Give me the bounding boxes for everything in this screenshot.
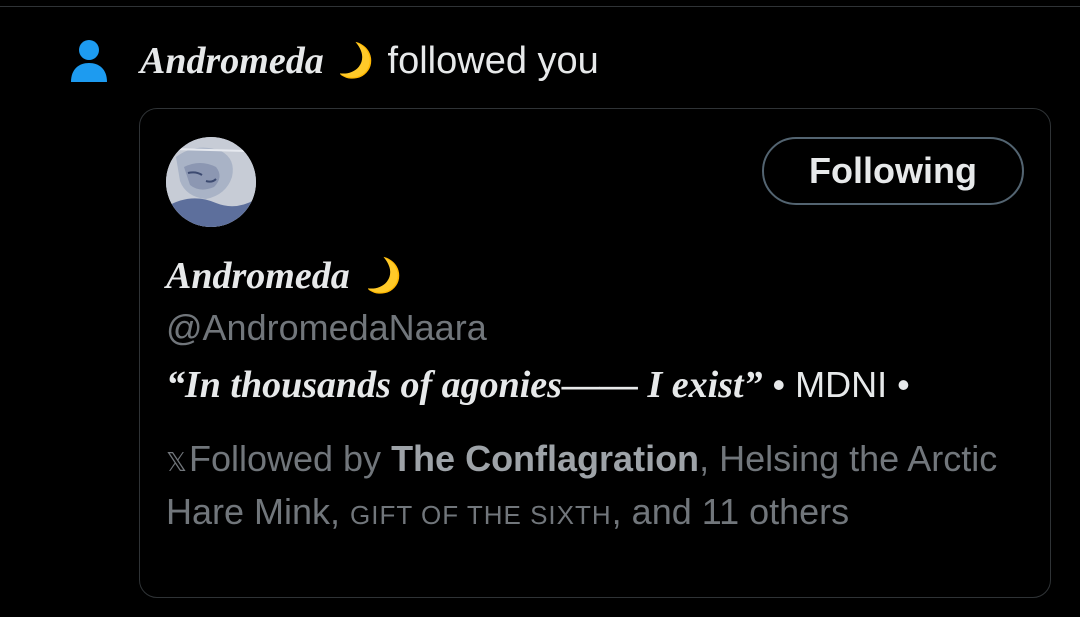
user-card[interactable]: Following Andromeda 🌙 @AndromedaNaara “I… [139, 108, 1051, 598]
card-name-row: Andromeda 🌙 [166, 252, 416, 300]
following-button[interactable]: Following [762, 137, 1024, 205]
notification-headline: Andromeda 🌙 followed you [140, 37, 599, 85]
mutual-follower-name-smallcaps: GIFT OF THE SIXTH [350, 500, 612, 530]
bio-quote: “In thousands of agonies—— I exist” [166, 364, 763, 406]
person-icon [70, 38, 108, 84]
avatar[interactable] [166, 137, 256, 227]
followed-by-suffix: , and 11 others [611, 491, 850, 532]
notification-action-text: followed you [387, 39, 599, 82]
followed-by-prefix: Followed by [188, 438, 382, 479]
x-logo-icon: 𝕏 [166, 447, 187, 477]
notification-user-name[interactable]: Andromeda [140, 39, 324, 83]
followed-by-text[interactable]: 𝕏Followed by The Conflagration, Helsing … [166, 434, 1026, 540]
display-name[interactable]: Andromeda [166, 254, 350, 298]
crescent-moon-icon: 🌙 [356, 252, 407, 300]
bio-tail: • MDNI • [772, 364, 910, 405]
follow-notification[interactable]: Andromeda 🌙 followed you [70, 36, 599, 86]
user-bio: “In thousands of agonies—— I exist” • MD… [166, 363, 910, 407]
mutual-follower-name: The Conflagration [391, 438, 700, 479]
top-divider [0, 6, 1080, 7]
crescent-moon-icon: 🌙 [328, 37, 379, 85]
user-handle[interactable]: @AndromedaNaara [166, 307, 487, 349]
